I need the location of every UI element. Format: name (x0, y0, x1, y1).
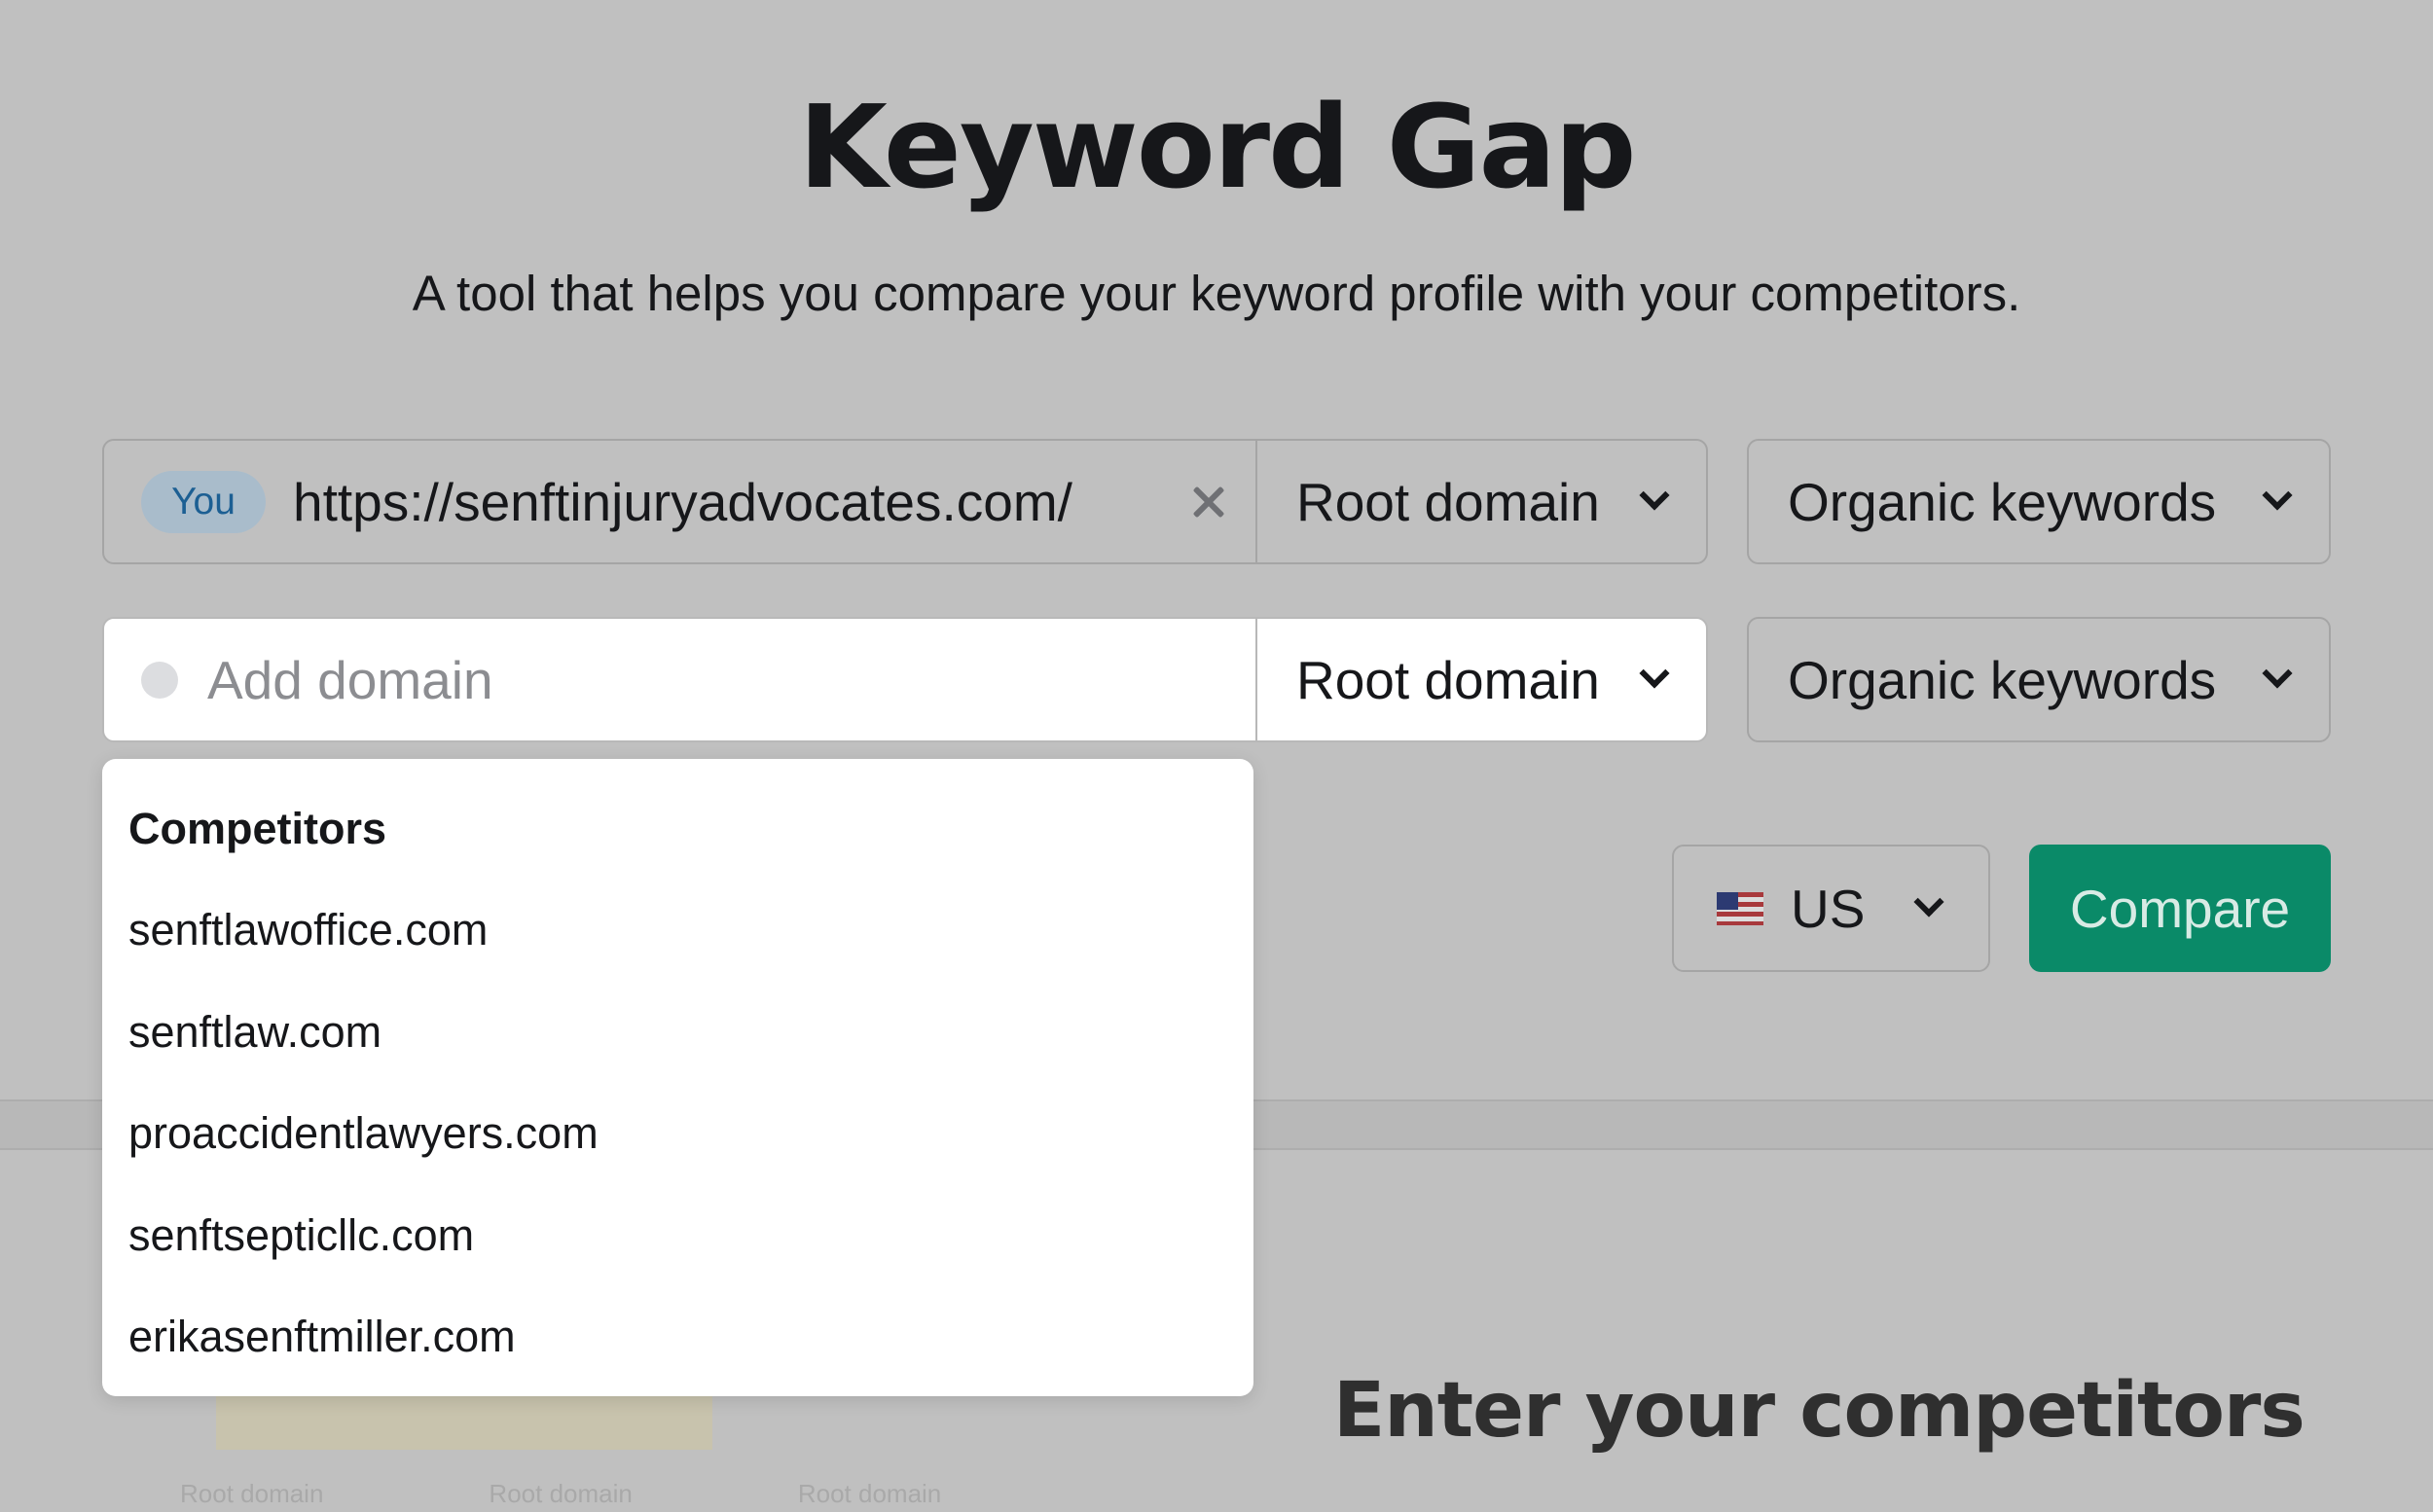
competitor-option[interactable]: erikasenftmiller.com (102, 1308, 1253, 1410)
illustration-label: Root domain (180, 1479, 324, 1508)
database-select[interactable]: US (1672, 845, 1990, 972)
close-icon[interactable] (1189, 483, 1228, 522)
competitor-option[interactable]: senftsepticllc.com (102, 1206, 1253, 1309)
chevron-down-icon (2262, 479, 2293, 511)
chevron-down-icon (1639, 479, 1670, 511)
add-domain-input[interactable] (207, 648, 1083, 711)
page-subtitle: A tool that helps you compare your keywo… (412, 266, 2021, 321)
your-domain-value[interactable]: https://senftinjuryadvocates.com/ (293, 471, 1189, 533)
keyword-type-label: Organic keywords (1788, 649, 2217, 710)
database-label: US (1791, 878, 1866, 939)
add-keyword-type-select[interactable]: Organic keywords (1747, 617, 2331, 742)
chevron-down-icon (1639, 657, 1670, 689)
competitors-dropdown: Competitors senftlawoffice.com senftlaw.… (102, 759, 1253, 1396)
competitor-option[interactable]: senftlawoffice.com (102, 901, 1253, 1003)
add-domain-scope-select[interactable]: Root domain (1255, 619, 1706, 740)
section-heading: Enter your competitors (1333, 1367, 2306, 1455)
scope-select-label: Root domain (1296, 471, 1600, 532)
page-title: Keyword Gap (798, 80, 1636, 214)
competitor-option[interactable]: proaccidentlawyers.com (102, 1104, 1253, 1206)
chevron-down-icon (1913, 885, 1944, 918)
you-badge: You (141, 470, 266, 533)
illustration-label: Root domain (797, 1479, 942, 1508)
add-domain-field[interactable] (104, 619, 1255, 740)
your-domain-scope-select[interactable]: Root domain (1255, 441, 1706, 562)
us-flag-icon (1717, 891, 1763, 925)
keyword-type-label: Organic keywords (1788, 471, 2217, 532)
competitors-heading: Competitors (128, 804, 387, 853)
competitor-option[interactable]: senftlaw.com (102, 1003, 1253, 1105)
domain-color-dot-icon (141, 661, 178, 699)
scope-select-label: Root domain (1296, 649, 1600, 710)
your-domain-row: You https://senftinjuryadvocates.com/ Ro… (102, 439, 1708, 564)
illustration-labels: Root domain Root domain Root domain (180, 1479, 941, 1509)
illustration-label: Root domain (489, 1479, 633, 1508)
chevron-down-icon (2262, 657, 2293, 689)
add-domain-row: Root domain (102, 617, 1708, 742)
your-keyword-type-select[interactable]: Organic keywords (1747, 439, 2331, 564)
your-domain-field[interactable]: You https://senftinjuryadvocates.com/ (104, 441, 1255, 562)
compare-button[interactable]: Compare (2029, 845, 2331, 972)
